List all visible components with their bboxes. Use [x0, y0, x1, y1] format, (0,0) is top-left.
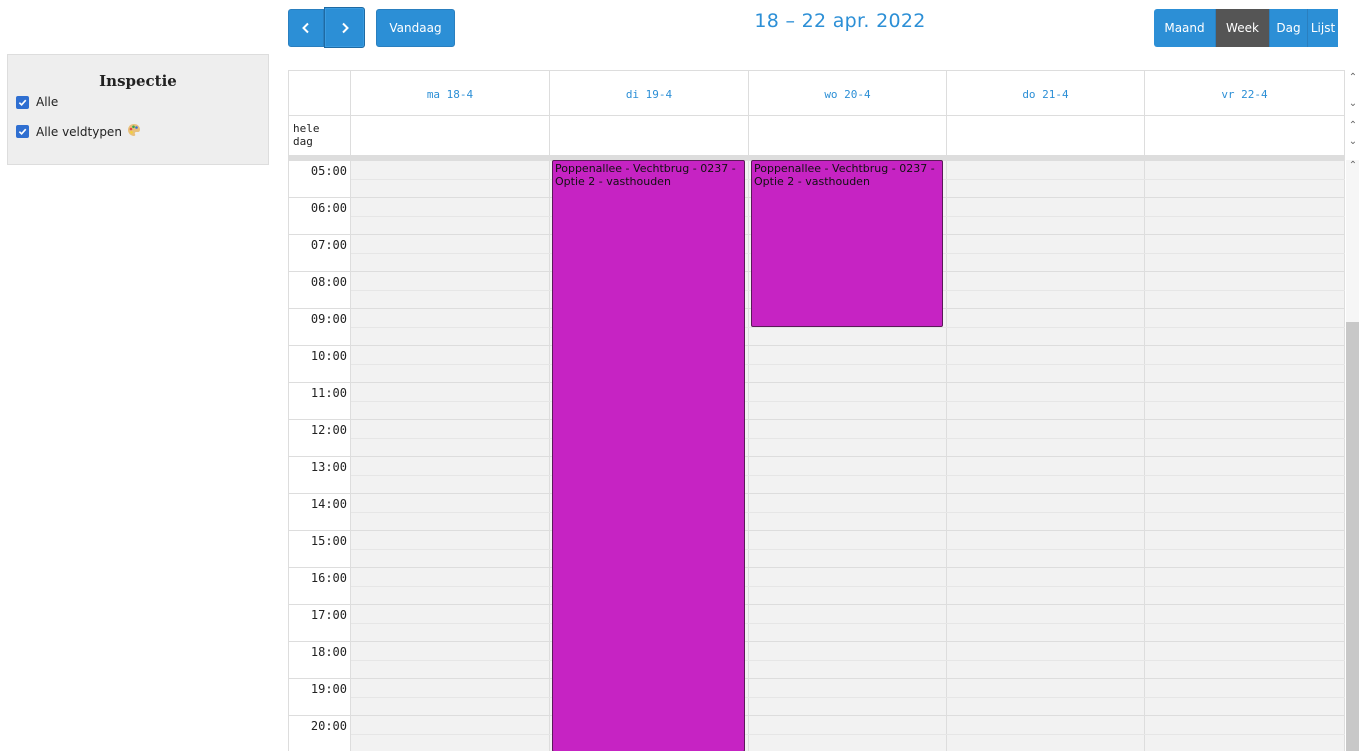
hour-line [289, 567, 1345, 568]
hour-line [289, 530, 1345, 531]
hour-line [289, 604, 1345, 605]
half-hour-line [351, 511, 1345, 513]
time-label: 05:00 [310, 164, 347, 178]
time-label: 09:00 [310, 312, 347, 326]
half-hour-line [351, 474, 1345, 476]
prev-button[interactable] [288, 9, 324, 47]
half-hour-line [351, 548, 1345, 550]
today-button[interactable]: Vandaag [376, 9, 455, 47]
palette-icon[interactable] [127, 123, 141, 140]
half-hour-line [351, 696, 1345, 698]
all-day-cell[interactable] [749, 116, 947, 156]
filter-panel: Inspectie Alle Alle veldtypen [7, 54, 269, 165]
day-header-row: ma 18-4 di 19-4 wo 20-4 do 21-4 vr 22-4 [289, 70, 1345, 117]
time-label: 14:00 [310, 497, 347, 511]
time-label: 17:00 [310, 608, 347, 622]
time-label: 10:00 [310, 349, 347, 363]
all-day-label: hele dag [293, 122, 320, 148]
view-day-button[interactable]: Dag [1270, 9, 1308, 47]
view-week-button[interactable]: Week [1216, 9, 1270, 47]
all-day-cell[interactable] [550, 116, 749, 156]
day-header-mon[interactable]: ma 18-4 [351, 71, 550, 117]
time-label: 12:00 [310, 423, 347, 437]
day-header-fri[interactable]: vr 22-4 [1145, 71, 1345, 117]
checkbox-checked-icon[interactable] [16, 95, 29, 109]
half-hour-line [351, 733, 1345, 735]
view-switcher: Maand Week Dag Lijst [1154, 9, 1338, 47]
time-label: 11:00 [310, 386, 347, 400]
scroll-down-icon[interactable]: ⌄ [1347, 136, 1359, 147]
half-hour-line [351, 622, 1345, 624]
chevron-right-icon [341, 22, 349, 33]
axis-header [289, 71, 351, 115]
time-grid[interactable]: 05:00 06:00 07:00 08:00 09:00 10:00 11:00 12:00… [289, 160, 1345, 751]
half-hour-line [351, 659, 1345, 661]
time-label: 20:00 [310, 719, 347, 733]
scroll-up-icon[interactable]: ⌃ [1347, 160, 1359, 171]
filter-all-field-types[interactable]: Alle veldtypen [16, 123, 141, 140]
calendar-event[interactable]: Poppenallee - Vechtbrug - 0237 - Optie 2… [751, 160, 943, 327]
hour-line [289, 456, 1345, 457]
all-day-cell[interactable] [1145, 116, 1345, 156]
day-header-thu[interactable]: do 21-4 [947, 71, 1145, 117]
hour-line [289, 678, 1345, 679]
hour-line [289, 493, 1345, 494]
chevron-left-icon [302, 22, 309, 34]
filter-all-label: Alle [36, 95, 59, 109]
hour-line [289, 419, 1345, 420]
hour-line [289, 715, 1345, 716]
view-month-button[interactable]: Maand [1154, 9, 1216, 47]
checkbox-checked-icon[interactable] [16, 125, 29, 138]
half-hour-line [351, 326, 1345, 328]
time-label: 08:00 [310, 275, 347, 289]
all-day-cell[interactable] [351, 116, 550, 156]
half-hour-line [351, 437, 1345, 439]
day-header-tue[interactable]: di 19-4 [550, 71, 749, 117]
half-hour-line [351, 400, 1345, 402]
all-day-axis: hele dag [289, 116, 351, 155]
time-label: 15:00 [310, 534, 347, 548]
time-label: 07:00 [310, 238, 347, 252]
time-label: 18:00 [310, 645, 347, 659]
week-calendar: ma 18-4 di 19-4 wo 20-4 do 21-4 vr 22-4 … [288, 70, 1345, 751]
filter-all[interactable]: Alle [16, 95, 58, 109]
all-day-row: hele dag [289, 116, 1345, 156]
scroll-down-icon[interactable]: ⌄ [1347, 98, 1359, 109]
time-label: 16:00 [310, 571, 347, 585]
scroll-up-icon[interactable]: ⌃ [1347, 72, 1359, 83]
all-day-cell[interactable] [947, 116, 1145, 156]
time-label: 13:00 [310, 460, 347, 474]
calendar-event[interactable]: Poppenallee - Vechtbrug - 0237 - Optie 2… [552, 160, 745, 751]
half-hour-line [351, 363, 1345, 365]
scrollbar-thumb[interactable] [1346, 322, 1359, 751]
half-hour-line [351, 585, 1345, 587]
filter-title: Inspectie [99, 72, 177, 90]
hour-line [289, 345, 1345, 346]
filter-all-field-types-label: Alle veldtypen [36, 124, 122, 139]
hour-line [289, 641, 1345, 642]
view-list-button[interactable]: Lijst [1308, 9, 1338, 47]
day-header-wed[interactable]: wo 20-4 [749, 71, 947, 117]
hour-line [289, 382, 1345, 383]
next-button[interactable] [324, 7, 365, 48]
time-label: 06:00 [310, 201, 347, 215]
scroll-up-icon[interactable]: ⌃ [1347, 120, 1359, 131]
time-label: 19:00 [310, 682, 347, 696]
calendar-title: 18 – 22 apr. 2022 [754, 10, 926, 32]
